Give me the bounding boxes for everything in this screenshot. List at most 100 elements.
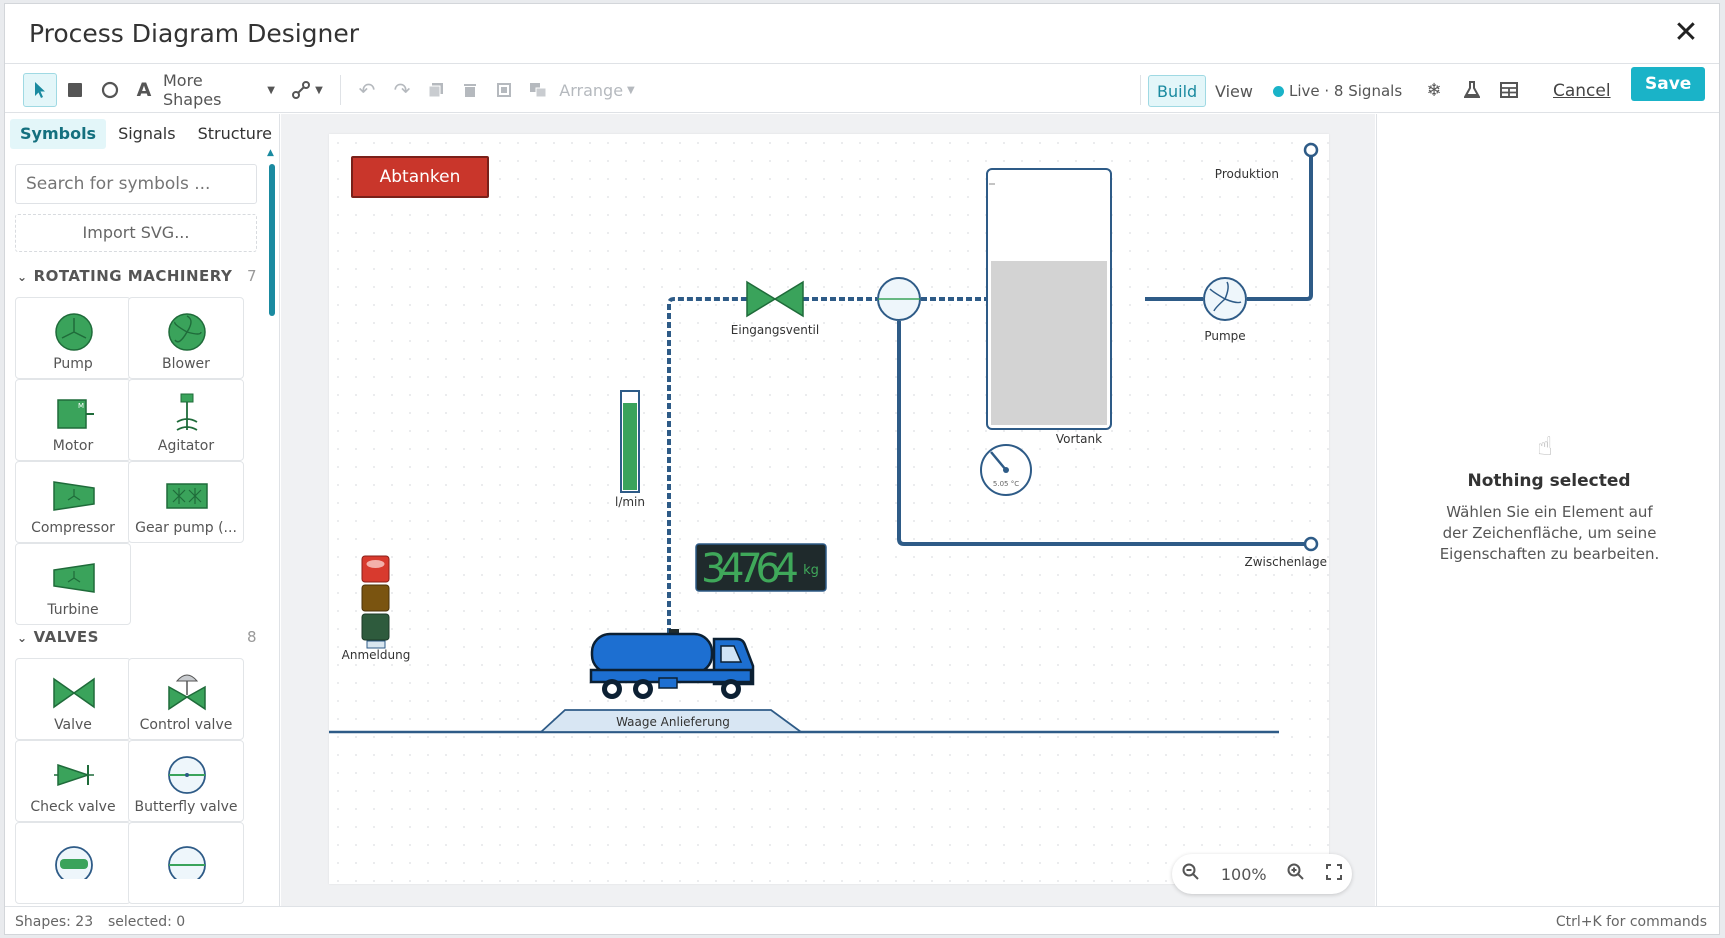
tab-symbols[interactable]: Symbols: [10, 119, 107, 149]
symbol-label: Gear pump (...: [135, 520, 237, 536]
group-icon[interactable]: [487, 73, 521, 107]
outlet-produktion: [1303, 142, 1319, 158]
tank-level-fill: [991, 261, 1107, 425]
caret-down-icon: ▼: [315, 84, 323, 96]
snowflake-icon[interactable]: ❄: [1417, 73, 1451, 107]
build-mode-button[interactable]: Build: [1148, 75, 1207, 107]
arrange-label: Arrange: [559, 80, 624, 100]
symbol-card-gear-pump[interactable]: Gear pump (...: [128, 461, 244, 543]
live-status-dot: [1273, 85, 1284, 97]
pump-icon: [55, 313, 93, 351]
gauge-value: 5.05 °C: [993, 480, 1019, 488]
text-tool-icon[interactable]: A: [127, 73, 161, 107]
delete-icon[interactable]: [453, 73, 487, 107]
valve-variant-icon: [168, 846, 206, 879]
symbol-label: Motor: [52, 438, 94, 454]
scroll-up-icon[interactable]: ▲: [267, 148, 274, 158]
drawing-canvas[interactable]: Eingangsventil Vortank 5.05 °C Pumpe Pro…: [329, 134, 1329, 884]
symbol-card-valve[interactable]: Valve: [15, 658, 131, 740]
motor-icon: M: [57, 399, 94, 429]
valve-variant-icon: [55, 846, 93, 879]
fullscreen-icon[interactable]: [1325, 864, 1342, 884]
selected-count: selected: 0: [108, 914, 186, 930]
fullscreen-glyph: [1325, 864, 1342, 880]
symbol-label: Turbine: [47, 602, 99, 618]
inlet-valve: [746, 280, 804, 318]
tab-signals[interactable]: Signals: [108, 119, 185, 149]
ungroup-icon[interactable]: [521, 73, 555, 107]
cancel-button[interactable]: Cancel: [1553, 75, 1611, 107]
agitator-icon: [176, 393, 198, 431]
more-shapes-dropdown[interactable]: More Shapes ▼: [163, 71, 275, 109]
panel-scrollbar[interactable]: ▲ ▼: [267, 148, 275, 904]
zoom-out-icon[interactable]: [1182, 863, 1200, 885]
butterfly-valve-icon: [168, 756, 206, 794]
import-svg-button[interactable]: Import SVG...: [15, 214, 257, 252]
panel-tabs: Symbols Signals Structure: [10, 119, 279, 149]
table-icon[interactable]: [1492, 73, 1526, 107]
zoom-in-icon[interactable]: [1287, 863, 1305, 885]
symbol-label: Compressor: [31, 520, 115, 536]
symbol-label: Agitator: [157, 438, 215, 454]
symbol-card-turbine[interactable]: Turbine: [15, 543, 131, 625]
symbol-card-agitator[interactable]: Agitator: [128, 379, 244, 461]
close-icon[interactable]: ✕: [1671, 18, 1701, 48]
produktion-label: Produktion: [1215, 167, 1279, 181]
symbol-card-compressor[interactable]: Compressor: [15, 461, 131, 543]
pump-label: Pumpe: [1204, 329, 1245, 343]
symbol-card-partial[interactable]: [15, 822, 131, 904]
redo-icon[interactable]: ↷: [385, 73, 419, 107]
symbol-card-partial[interactable]: [128, 822, 244, 904]
rectangle-tool-button[interactable]: [58, 73, 92, 107]
weight-unit: kg: [803, 563, 819, 578]
square-icon: [68, 83, 82, 97]
connector-tool-dropdown[interactable]: ▼: [285, 73, 329, 107]
more-shapes-label: More Shapes: [163, 71, 222, 109]
live-signals-status[interactable]: Live · 8 Signals: [1273, 75, 1402, 107]
blower-icon: [168, 313, 206, 351]
circle-icon: [101, 81, 119, 99]
symbol-card-pump[interactable]: Pump: [15, 297, 131, 379]
nothing-selected-title: Nothing selected: [1467, 471, 1631, 491]
symbol-label: Butterfly valve: [134, 799, 238, 815]
symbol-label: Control valve: [139, 717, 233, 733]
symbol-card-control-valve[interactable]: Control valve: [128, 658, 244, 740]
symbol-card-butterfly-valve[interactable]: Butterfly valve: [128, 740, 244, 822]
undo-icon[interactable]: ↶: [350, 73, 384, 107]
arrange-dropdown[interactable]: Arrange ▼: [557, 73, 637, 107]
symbol-search-input[interactable]: [15, 164, 257, 204]
scroll-thumb[interactable]: [269, 164, 275, 316]
section-rotating-machinery[interactable]: ⌄ ROTATING MACHINERY 7: [17, 267, 257, 291]
symbol-card-blower[interactable]: Blower: [128, 297, 244, 379]
view-mode-button[interactable]: View: [1215, 75, 1253, 107]
turbine-icon: [53, 563, 95, 593]
trash-glyph: [464, 84, 476, 97]
tank-label: Vortank: [1056, 432, 1102, 446]
zoom-controls: 100%: [1172, 854, 1352, 894]
symbol-card-motor[interactable]: M Motor: [15, 379, 131, 461]
process-diagram: Eingangsventil Vortank 5.05 °C Pumpe Pro…: [329, 142, 1327, 734]
svg-text:M: M: [78, 402, 84, 410]
caret-down-icon: ▼: [627, 84, 635, 96]
light-amber: [361, 584, 390, 612]
section-valves[interactable]: ⌄ VALVES 8: [17, 628, 257, 652]
status-bar: Shapes: 23 selected: 0 Ctrl+K for comman…: [5, 906, 1719, 934]
check-valve-icon: [54, 763, 94, 787]
control-valve-icon: [168, 674, 206, 711]
tab-structure[interactable]: Structure: [188, 119, 279, 149]
table-glyph: [1500, 82, 1518, 98]
abtanken-button[interactable]: Abtanken: [351, 156, 489, 198]
save-button[interactable]: Save: [1631, 67, 1706, 101]
flask-glyph: [1464, 81, 1480, 98]
ellipse-tool-button[interactable]: [93, 73, 127, 107]
select-tool-button[interactable]: [23, 73, 57, 107]
flow-bar-fill: [623, 403, 637, 490]
symbol-label: Valve: [54, 717, 92, 733]
cursor-arrow-icon: [35, 82, 45, 98]
symbol-card-check-valve[interactable]: Check valve: [15, 740, 131, 822]
duplicate-icon[interactable]: [419, 73, 453, 107]
flask-icon[interactable]: [1455, 73, 1489, 107]
group-glyph: [497, 83, 511, 97]
scale-label: Waage Anlieferung: [616, 715, 730, 729]
hand-pointer-icon: ☝: [1537, 432, 1553, 462]
